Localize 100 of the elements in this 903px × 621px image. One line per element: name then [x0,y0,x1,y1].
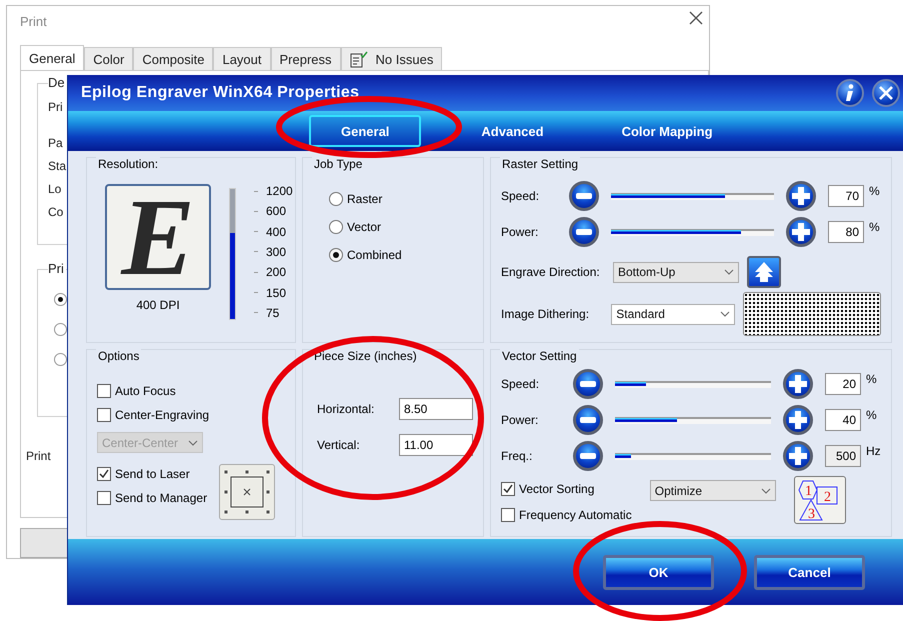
position-grid-icon [223,469,272,515]
field-label: Pa [48,136,63,150]
field-label: Horizontal: [317,402,374,416]
checkbox[interactable]: Center-Engraving [97,408,210,422]
tick-label: 600 [254,204,293,218]
group-label: Pri [48,261,66,276]
plus-button[interactable] [783,369,813,399]
close-button[interactable] [872,79,900,107]
up-arrow-icon [755,262,773,282]
slider-track[interactable] [615,452,771,460]
plus-icon [792,223,810,241]
field-label: Image Dithering: [501,307,590,321]
field-label: Lo [48,182,62,196]
caret-icon [724,269,734,275]
unit-label: Hz [866,444,881,458]
plus-button[interactable] [783,441,813,471]
unit-label: % [866,408,877,422]
checkbox[interactable]: Send to Laser [97,467,210,481]
slider-label: Power: [501,413,540,427]
checkbox[interactable]: Vector Sorting [501,482,632,496]
plus-icon [792,187,810,205]
minus-icon [580,381,596,387]
direction-button[interactable] [747,256,781,288]
group-label: De [48,75,67,90]
dialog-button[interactable]: OK [603,554,714,590]
minus-button[interactable] [573,441,603,471]
group-title: Options [96,349,142,363]
tab[interactable]: Advanced [449,115,576,147]
tick-label: 400 [254,224,293,239]
minus-button[interactable] [573,369,603,399]
group-title: Raster Setting [500,157,580,171]
radio-button[interactable]: Vector [329,220,473,234]
value-field[interactable]: 20 [825,373,861,395]
input-field[interactable]: 11.00 [399,434,473,456]
plus-button[interactable] [786,181,816,211]
checklist-icon [350,50,368,68]
caret-icon [188,440,198,446]
slider-label: Power: [501,225,540,239]
tick-label: 300 [254,244,293,259]
tick-label: 150 [254,286,293,300]
checkbox[interactable]: Send to Manager [97,491,210,505]
dithering-dropdown[interactable]: Standard [611,304,736,324]
minus-button[interactable] [573,405,603,435]
tab[interactable]: Color Mapping [590,115,745,147]
check-icon [99,469,109,479]
tick-label: 1200 [254,184,293,198]
value-field[interactable]: 70 [828,185,864,207]
value-field[interactable]: 80 [828,221,864,243]
tab[interactable]: Layout [213,47,271,70]
plus-icon [789,411,807,429]
group-title: Resolution: [96,157,160,171]
radio-button[interactable]: Raster [329,192,473,206]
slider-track[interactable] [611,192,774,200]
slider-track[interactable] [615,416,771,424]
plus-icon [789,375,807,393]
sorting-dropdown[interactable]: Optimize [650,480,776,501]
close-icon[interactable] [689,11,703,25]
slider-track[interactable] [615,380,771,388]
radio-button[interactable]: Combined [329,248,473,262]
slider-track[interactable] [229,188,236,320]
slider-label: Speed: [501,189,540,203]
field-label: Pri [48,100,63,114]
value-field[interactable]: 40 [825,409,861,431]
tab[interactable]: Prepress [270,47,341,70]
group-title: Vector Setting [500,349,579,363]
tab[interactable]: No Issues [340,47,442,70]
preview-button[interactable]: E [105,184,211,290]
direction-dropdown[interactable]: Bottom-Up [613,262,739,282]
tab[interactable]: General [20,45,84,70]
checkbox[interactable]: Auto Focus [97,384,210,398]
field-label: Print [26,449,51,463]
minus-button[interactable] [569,181,599,211]
value-field[interactable]: 500 [825,445,861,467]
close-icon [879,86,893,100]
tick-label: 200 [254,265,293,280]
position-button[interactable] [219,464,276,520]
plus-button[interactable] [786,217,816,247]
unit-label: % [869,220,880,234]
field-label: Sta [48,159,66,173]
minus-icon [580,417,596,423]
dpi-label: 400 DPI [136,298,180,312]
caret-icon [760,488,771,494]
window-title: Print [20,14,47,29]
tab[interactable]: General [309,115,422,147]
plus-button[interactable] [783,405,813,435]
dialog-button[interactable]: Cancel [754,554,865,590]
minus-button[interactable] [569,217,599,247]
checkbox[interactable]: Frequency Automatic [501,508,632,522]
minus-icon [576,229,592,235]
info-button[interactable] [836,79,864,107]
unit-label: % [869,184,880,198]
slider-track[interactable] [611,228,774,236]
group-title: Job Type [312,157,364,171]
tab[interactable]: Composite [133,47,214,70]
slider-label: Freq.: [501,449,534,463]
field-label: Engrave Direction: [501,265,601,279]
field-label: Vertical: [317,438,360,452]
input-field[interactable]: 8.50 [399,398,473,420]
window-title: Epilog Engraver WinX64 Properties [81,84,360,102]
tab[interactable]: Color [84,47,134,70]
